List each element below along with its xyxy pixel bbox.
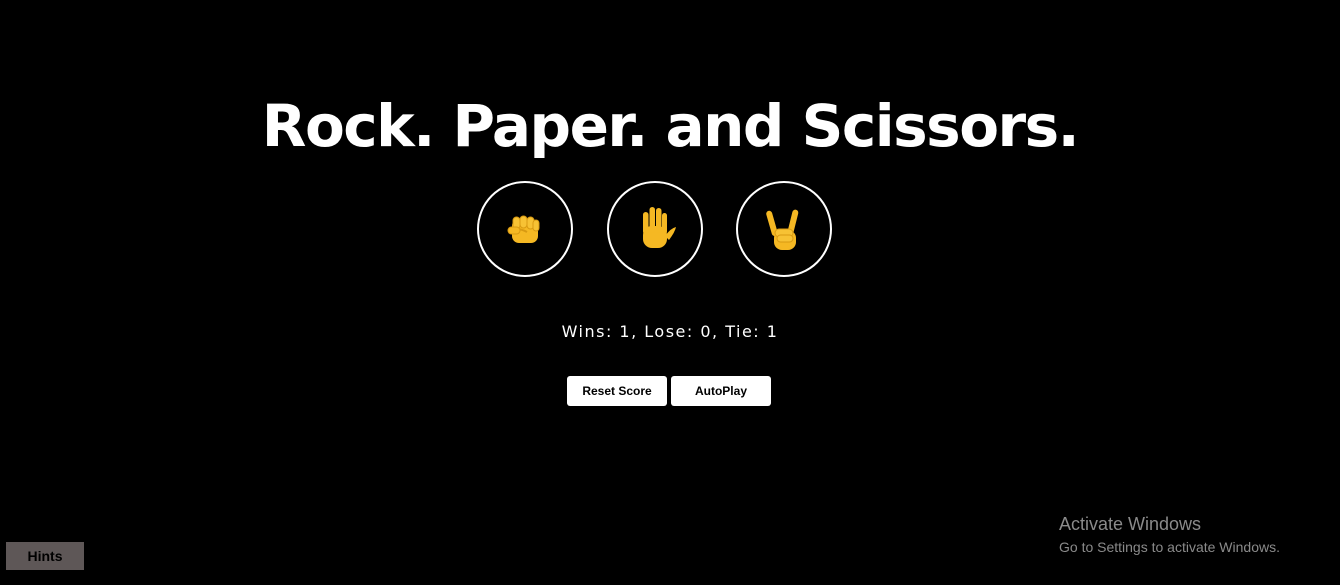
autoplay-button[interactable]: AutoPlay — [671, 376, 771, 406]
scissors-button[interactable] — [736, 181, 832, 277]
rock-button[interactable] — [477, 181, 573, 277]
paper-button[interactable] — [607, 181, 703, 277]
move-buttons — [477, 181, 837, 281]
watermark-subtitle: Go to Settings to activate Windows. — [1059, 539, 1280, 555]
raised-hand-icon — [631, 204, 679, 254]
rock-fist-icon — [503, 207, 547, 251]
watermark-title: Activate Windows — [1059, 514, 1202, 534]
page-title: Rock. Paper. and Scissors. — [261, 91, 1080, 160]
hints-button[interactable]: Hints — [6, 542, 84, 570]
score-text: Wins: 1, Lose: 0, Tie: 1 — [561, 322, 779, 341]
reset-score-button[interactable]: Reset Score — [567, 376, 667, 406]
activate-windows-watermark: Activate Windows Go to Settings to activ… — [1059, 513, 1280, 557]
game-page: Rock. Paper. and Scissors. Wins: 1, Lose… — [0, 0, 1340, 585]
victory-hand-icon — [762, 204, 806, 254]
